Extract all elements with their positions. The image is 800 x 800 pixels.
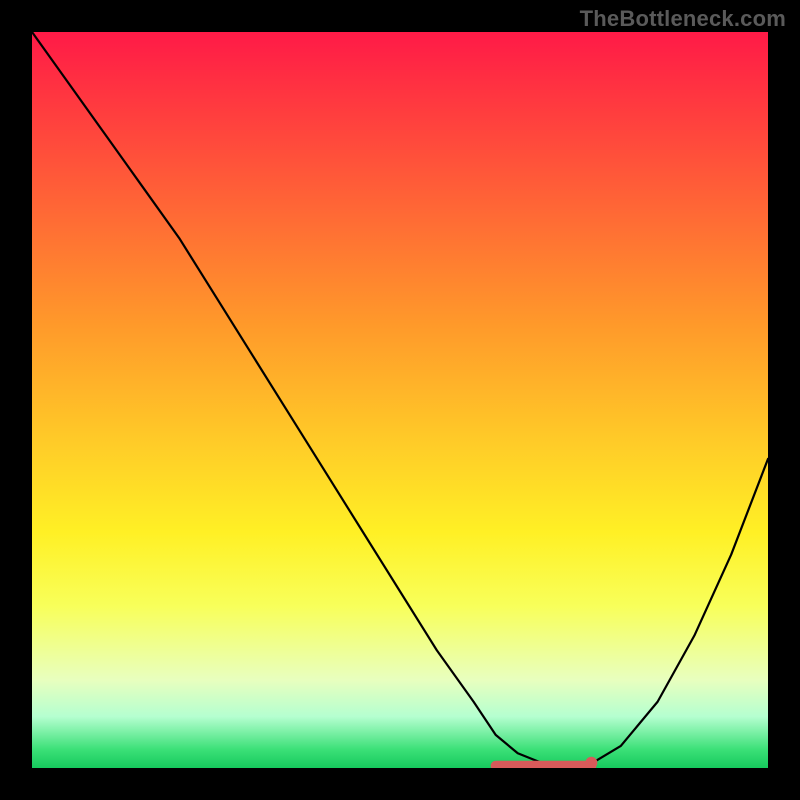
- bottleneck-curve: [32, 32, 768, 768]
- plot-area: [32, 32, 768, 768]
- watermark-text: TheBottleneck.com: [580, 6, 786, 32]
- chart-frame: TheBottleneck.com: [0, 0, 800, 800]
